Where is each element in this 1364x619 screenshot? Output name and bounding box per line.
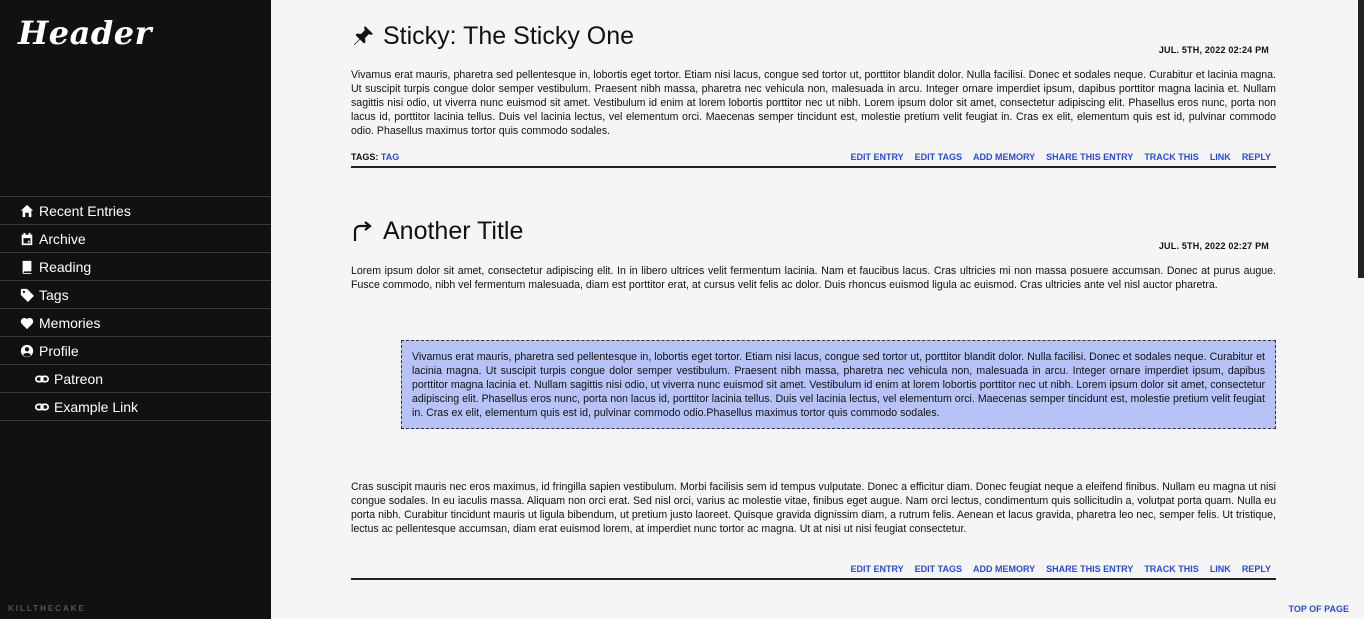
entry-title-text: Sticky: The Sticky One [383, 22, 635, 50]
sidebar-item-label: Reading [39, 258, 92, 275]
entry-title[interactable]: Another Title [351, 217, 523, 246]
edit-entry-link[interactable]: EDIT ENTRY [850, 152, 903, 162]
theme-credit[interactable]: KILLTHECAKE [8, 604, 86, 613]
share-entry-link[interactable]: SHARE THIS ENTRY [1046, 564, 1133, 574]
pushpin-icon [351, 24, 377, 50]
entry-quote: Vivamus erat mauris, pharetra sed pellen… [401, 340, 1276, 429]
reply-link[interactable]: REPLY [1242, 564, 1271, 574]
sidebar-item-tags[interactable]: Tags [0, 281, 271, 309]
link-icon [34, 371, 49, 386]
sidebar-item-reading[interactable]: Reading [0, 253, 271, 281]
add-memory-link[interactable]: ADD MEMORY [973, 152, 1035, 162]
edit-tags-link[interactable]: EDIT TAGS [915, 152, 962, 162]
entry-title[interactable]: Sticky: The Sticky One [351, 22, 634, 51]
entry-actions: EDIT ENTRY EDIT TAGS ADD MEMORY SHARE TH… [850, 564, 1271, 574]
edit-entry-link[interactable]: EDIT ENTRY [850, 564, 903, 574]
permalink-link[interactable]: LINK [1210, 152, 1231, 162]
entry-body: Lorem ipsum dolor sit amet, consectetur … [351, 265, 1276, 291]
tag-link[interactable]: TAG [381, 152, 399, 162]
reply-link[interactable]: REPLY [1242, 152, 1271, 162]
entry-body: Vivamus erat mauris, pharetra sed pellen… [351, 69, 1276, 137]
track-link[interactable]: TRACK THIS [1144, 152, 1199, 162]
heart-icon [19, 315, 34, 330]
sidebar-item-profile[interactable]: Profile [0, 337, 271, 365]
tag-icon [19, 287, 34, 302]
entry-body-continued: Cras suscipit mauris nec eros maximus, i… [351, 481, 1276, 535]
sidebar-item-label: Memories [39, 314, 101, 331]
top-of-page-link[interactable]: TOP OF PAGE [1288, 604, 1349, 614]
share-arrow-icon [351, 219, 377, 245]
calendar-icon [19, 231, 34, 246]
sidebar-item-patreon[interactable]: Patreon [0, 365, 271, 393]
add-memory-link[interactable]: ADD MEMORY [973, 564, 1035, 574]
sidebar-nav: Recent Entries Archive Reading Tags Memo… [0, 196, 271, 421]
sidebar-item-example-link[interactable]: Example Link [0, 393, 271, 421]
entry-date: JUL. 5TH, 2022 02:24 PM [1158, 45, 1269, 55]
tags-label: TAGS: [351, 152, 379, 162]
sidebar-item-label: Archive [39, 230, 86, 247]
entry-tags: TAGS: TAG [351, 152, 399, 162]
sidebar: Header Recent Entries Archive Reading Ta… [0, 0, 271, 619]
entry-actions: EDIT ENTRY EDIT TAGS ADD MEMORY SHARE TH… [850, 152, 1271, 162]
entry-footer: EDIT ENTRY EDIT TAGS ADD MEMORY SHARE TH… [351, 564, 1276, 580]
entry-title-text: Another Title [383, 217, 524, 245]
share-entry-link[interactable]: SHARE THIS ENTRY [1046, 152, 1133, 162]
sidebar-item-label: Tags [39, 286, 69, 303]
sidebar-item-archive[interactable]: Archive [0, 225, 271, 253]
user-circle-icon [19, 343, 34, 358]
edit-tags-link[interactable]: EDIT TAGS [915, 564, 962, 574]
permalink-link[interactable]: LINK [1210, 564, 1231, 574]
track-link[interactable]: TRACK THIS [1144, 564, 1199, 574]
sidebar-item-label: Patreon [54, 370, 104, 387]
scrollbar[interactable] [1358, 0, 1364, 278]
sidebar-item-label: Recent Entries [39, 202, 131, 219]
link-icon [34, 399, 49, 414]
sidebar-item-memories[interactable]: Memories [0, 309, 271, 337]
sidebar-item-label: Profile [39, 342, 79, 359]
entry-date: JUL. 5TH, 2022 02:27 PM [1158, 241, 1269, 251]
sidebar-item-recent-entries[interactable]: Recent Entries [0, 197, 271, 225]
book-icon [19, 259, 34, 274]
site-title[interactable]: Header [18, 14, 152, 52]
home-icon [19, 203, 34, 218]
entry-footer: TAGS: TAG EDIT ENTRY EDIT TAGS ADD MEMOR… [351, 152, 1276, 168]
sidebar-item-label: Example Link [54, 398, 139, 415]
